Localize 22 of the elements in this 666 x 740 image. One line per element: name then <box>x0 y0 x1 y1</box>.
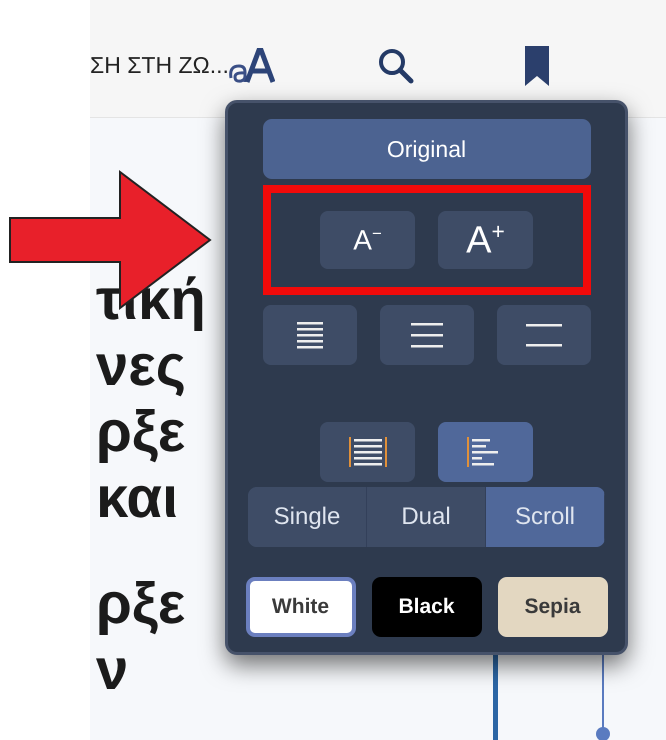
theme-button[interactable]: Sepia <box>498 577 608 637</box>
line-spacing-button[interactable] <box>262 305 356 365</box>
page-text: ν <box>96 637 128 703</box>
page-text: και <box>96 465 178 531</box>
book-title: ΣΗ ΣΤΗ ΖΩ... <box>90 52 229 79</box>
theme-button[interactable]: White <box>246 577 356 637</box>
line-spacing-button[interactable] <box>380 305 474 365</box>
line-spacing-button[interactable] <box>496 305 590 365</box>
theme-button[interactable]: Black <box>372 577 482 637</box>
page-text: ρξε <box>96 399 186 465</box>
decrease-font-button[interactable]: A$^{−}$ <box>320 211 415 269</box>
increase-font-button[interactable]: A$^{+}$ <box>438 211 533 269</box>
alignment-button[interactable] <box>438 422 533 482</box>
font-size-icon[interactable] <box>228 48 275 84</box>
page-text: νες <box>96 333 186 399</box>
page-text: ρξε <box>96 571 186 637</box>
alignment-button[interactable] <box>320 422 415 482</box>
search-icon[interactable] <box>376 46 415 84</box>
original-button[interactable]: Original <box>262 119 590 179</box>
page-mode-option[interactable]: Single <box>248 487 367 547</box>
bookmark-icon[interactable] <box>524 46 549 86</box>
page-mode-option[interactable]: Scroll <box>486 487 605 547</box>
